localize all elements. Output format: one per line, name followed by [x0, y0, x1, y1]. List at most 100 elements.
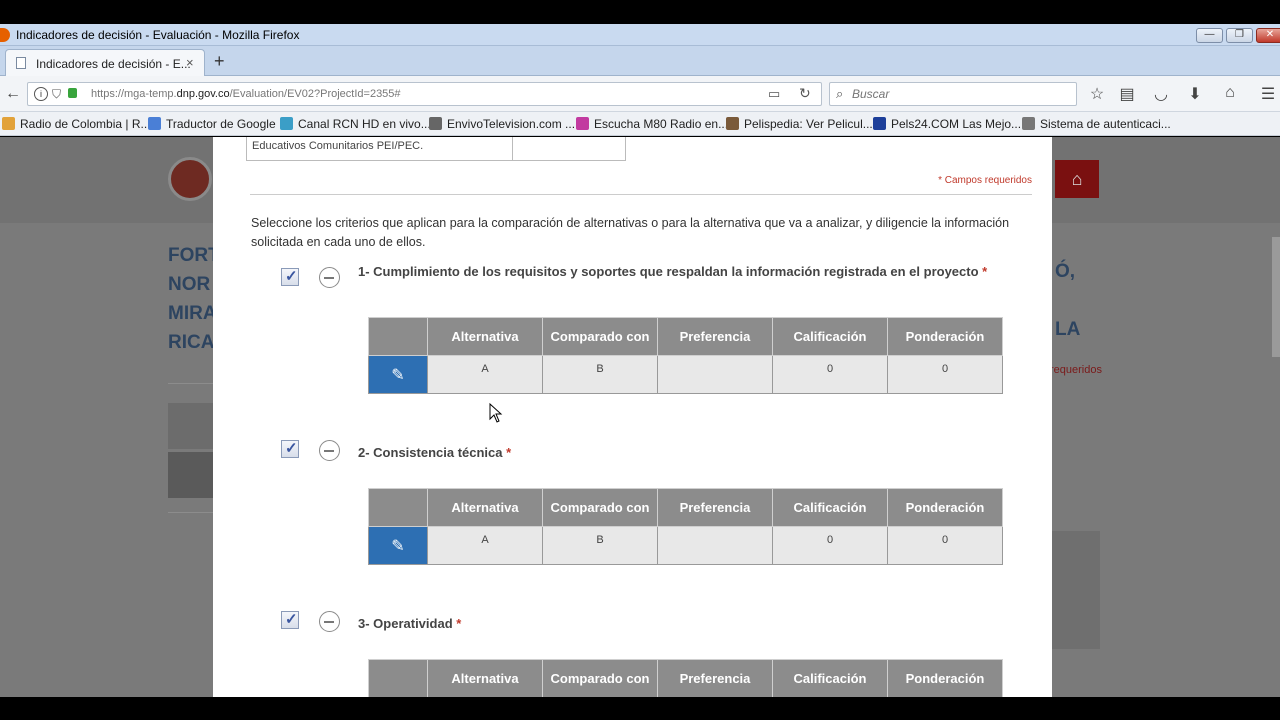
required-fields-note: * Campos requeridos	[938, 175, 1032, 186]
tab-strip: Indicadores de decisión - E... × +	[0, 46, 1280, 76]
cell-alternativa: A	[427, 526, 543, 565]
header-ponderacion: Ponderación	[887, 659, 1003, 697]
background-panel	[168, 452, 218, 498]
background-title: FORT NOR MIRA RICA	[168, 245, 220, 353]
pencil-icon: ✎	[391, 537, 405, 555]
criterion-2-title: 2- Consistencia técnica *	[358, 445, 512, 460]
bookmark-item[interactable]: Traductor de Google	[148, 117, 276, 131]
bookmark-favicon-icon	[726, 117, 739, 130]
collapse-icon[interactable]	[319, 267, 340, 288]
pencil-icon: ✎	[391, 366, 405, 384]
maximize-button[interactable]: ❐	[1226, 28, 1253, 43]
new-tab-button[interactable]: +	[214, 51, 225, 72]
bookmarks-list-icon[interactable]: ▤	[1117, 84, 1137, 104]
reload-icon[interactable]: ↻	[799, 85, 811, 102]
collapse-icon[interactable]	[319, 440, 340, 461]
bookmark-favicon-icon	[148, 117, 161, 130]
bookmark-item[interactable]: Pelispedia: Ver Pelicul...	[726, 117, 873, 131]
divider	[250, 194, 1032, 195]
bookmark-item[interactable]: Pels24.COM Las Mejo...	[873, 117, 1021, 131]
window-title: Indicadores de decisión - Evaluación - M…	[16, 28, 300, 42]
edit-button[interactable]: ✎	[368, 355, 428, 394]
table-header-row: Alternativa Comparado con Preferencia Ca…	[368, 488, 1003, 527]
tab-indicadores[interactable]: Indicadores de decisión - E... ×	[5, 49, 205, 76]
header-preferencia: Preferencia	[657, 659, 773, 697]
url-text[interactable]: https://mga-temp.dnp.gov.co/Evaluation/E…	[91, 88, 401, 100]
cell-divider	[512, 137, 513, 160]
bookmark-star-icon[interactable]: ☆	[1087, 84, 1107, 104]
close-window-button[interactable]: ✕	[1256, 28, 1280, 43]
background-required-note: requeridos	[1050, 364, 1102, 376]
header-calificacion: Calificación	[772, 317, 888, 356]
page-scrollbar[interactable]	[1272, 237, 1280, 357]
criterion-1-table: Alternativa Comparado con Preferencia Ca…	[368, 317, 1003, 394]
criterion-3-title: 3- Operatividad *	[358, 616, 462, 631]
header-preferencia: Preferencia	[657, 317, 773, 356]
nav-bar: ← i ⛉ https://mga-temp.dnp.gov.co/Evalua…	[0, 76, 1280, 112]
shield-icon[interactable]: ⛉	[52, 87, 61, 102]
window-titlebar: Indicadores de decisión - Evaluación - M…	[0, 24, 1280, 46]
bookmark-item[interactable]: EnvivoTelevision.com ...	[429, 117, 575, 131]
home-icon[interactable]: ⌂	[1220, 84, 1240, 102]
collapse-icon[interactable]	[319, 611, 340, 632]
table-row: ✎ A B 0 0	[368, 355, 1003, 394]
info-icon[interactable]: i	[34, 87, 48, 101]
minimize-button[interactable]: —	[1196, 28, 1223, 43]
cell-preferencia	[657, 355, 773, 394]
bookmark-item[interactable]: Radio de Colombia | R...	[2, 117, 151, 131]
background-panel	[168, 403, 218, 449]
cell-calificacion: 0	[772, 526, 888, 565]
download-icon[interactable]: ⬇	[1185, 84, 1205, 104]
header-preferencia: Preferencia	[657, 488, 773, 527]
criterion-1-checkbox[interactable]: ✓	[281, 268, 299, 286]
header-comparado: Comparado con	[542, 317, 658, 356]
tab-label: Indicadores de decisión - E...	[36, 57, 191, 71]
url-bar[interactable]: i ⛉ https://mga-temp.dnp.gov.co/Evaluati…	[27, 82, 822, 106]
checkmark-icon: ✓	[285, 611, 298, 628]
pocket-icon[interactable]: ◡	[1151, 84, 1171, 104]
cell-comparado: B	[542, 526, 658, 565]
cell-preferencia	[657, 526, 773, 565]
criterion-1-title: 1- Cumplimiento de los requisitos y sopo…	[358, 264, 988, 279]
table-header-row: Alternativa Comparado con Preferencia Ca…	[368, 317, 1003, 356]
criterion-2-checkbox[interactable]: ✓	[281, 440, 299, 458]
background-title-right: Ó, LA	[1055, 261, 1081, 340]
bookmark-item[interactable]: Escucha M80 Radio en...	[576, 117, 728, 131]
divider	[168, 383, 218, 384]
screen: Indicadores de decisión - Evaluación - M…	[0, 0, 1280, 720]
seal-logo-icon	[168, 157, 212, 201]
lock-icon	[68, 88, 77, 98]
bookmark-favicon-icon	[429, 117, 442, 130]
divider	[168, 512, 218, 513]
close-tab-icon[interactable]: ×	[186, 55, 194, 70]
header-edit	[368, 488, 428, 527]
back-button[interactable]: ←	[2, 83, 24, 105]
cell-alternativa: A	[427, 355, 543, 394]
reader-view-icon[interactable]: ▭	[768, 86, 780, 102]
header-alternativa: Alternativa	[427, 659, 543, 697]
previous-table-cell: Educativos Comunitarios PEI/PEC.	[252, 140, 424, 152]
page-viewport: ⌂ FORT NOR MIRA RICA Ó, LA requeridos Ed…	[0, 137, 1280, 697]
instructions-text: Seleccione los criterios que aplican par…	[251, 216, 1010, 249]
home-icon[interactable]: ⌂	[1055, 160, 1099, 198]
search-icon: ⌕	[836, 86, 844, 101]
criterion-2-table: Alternativa Comparado con Preferencia Ca…	[368, 488, 1003, 565]
bookmark-favicon-icon	[280, 117, 293, 130]
cell-calificacion: 0	[772, 355, 888, 394]
bookmark-item[interactable]: Sistema de autenticaci...	[1022, 117, 1171, 131]
table-header-row: Alternativa Comparado con Preferencia Ca…	[368, 659, 1003, 697]
evaluation-modal: Educativos Comunitarios PEI/PEC. * Campo…	[213, 137, 1052, 697]
previous-table-row: Educativos Comunitarios PEI/PEC.	[246, 137, 626, 161]
header-ponderacion: Ponderación	[887, 317, 1003, 356]
background-panel	[1050, 531, 1100, 649]
bookmark-favicon-icon	[873, 117, 886, 130]
search-input[interactable]	[852, 86, 1072, 102]
header-comparado: Comparado con	[542, 488, 658, 527]
menu-icon[interactable]: ☰	[1258, 84, 1278, 104]
search-box[interactable]: ⌕	[829, 82, 1077, 106]
edit-button[interactable]: ✎	[368, 526, 428, 565]
header-edit	[368, 659, 428, 697]
bookmark-item[interactable]: Canal RCN HD en vivo...	[280, 117, 431, 131]
criterion-3-checkbox[interactable]: ✓	[281, 611, 299, 629]
header-edit	[368, 317, 428, 356]
